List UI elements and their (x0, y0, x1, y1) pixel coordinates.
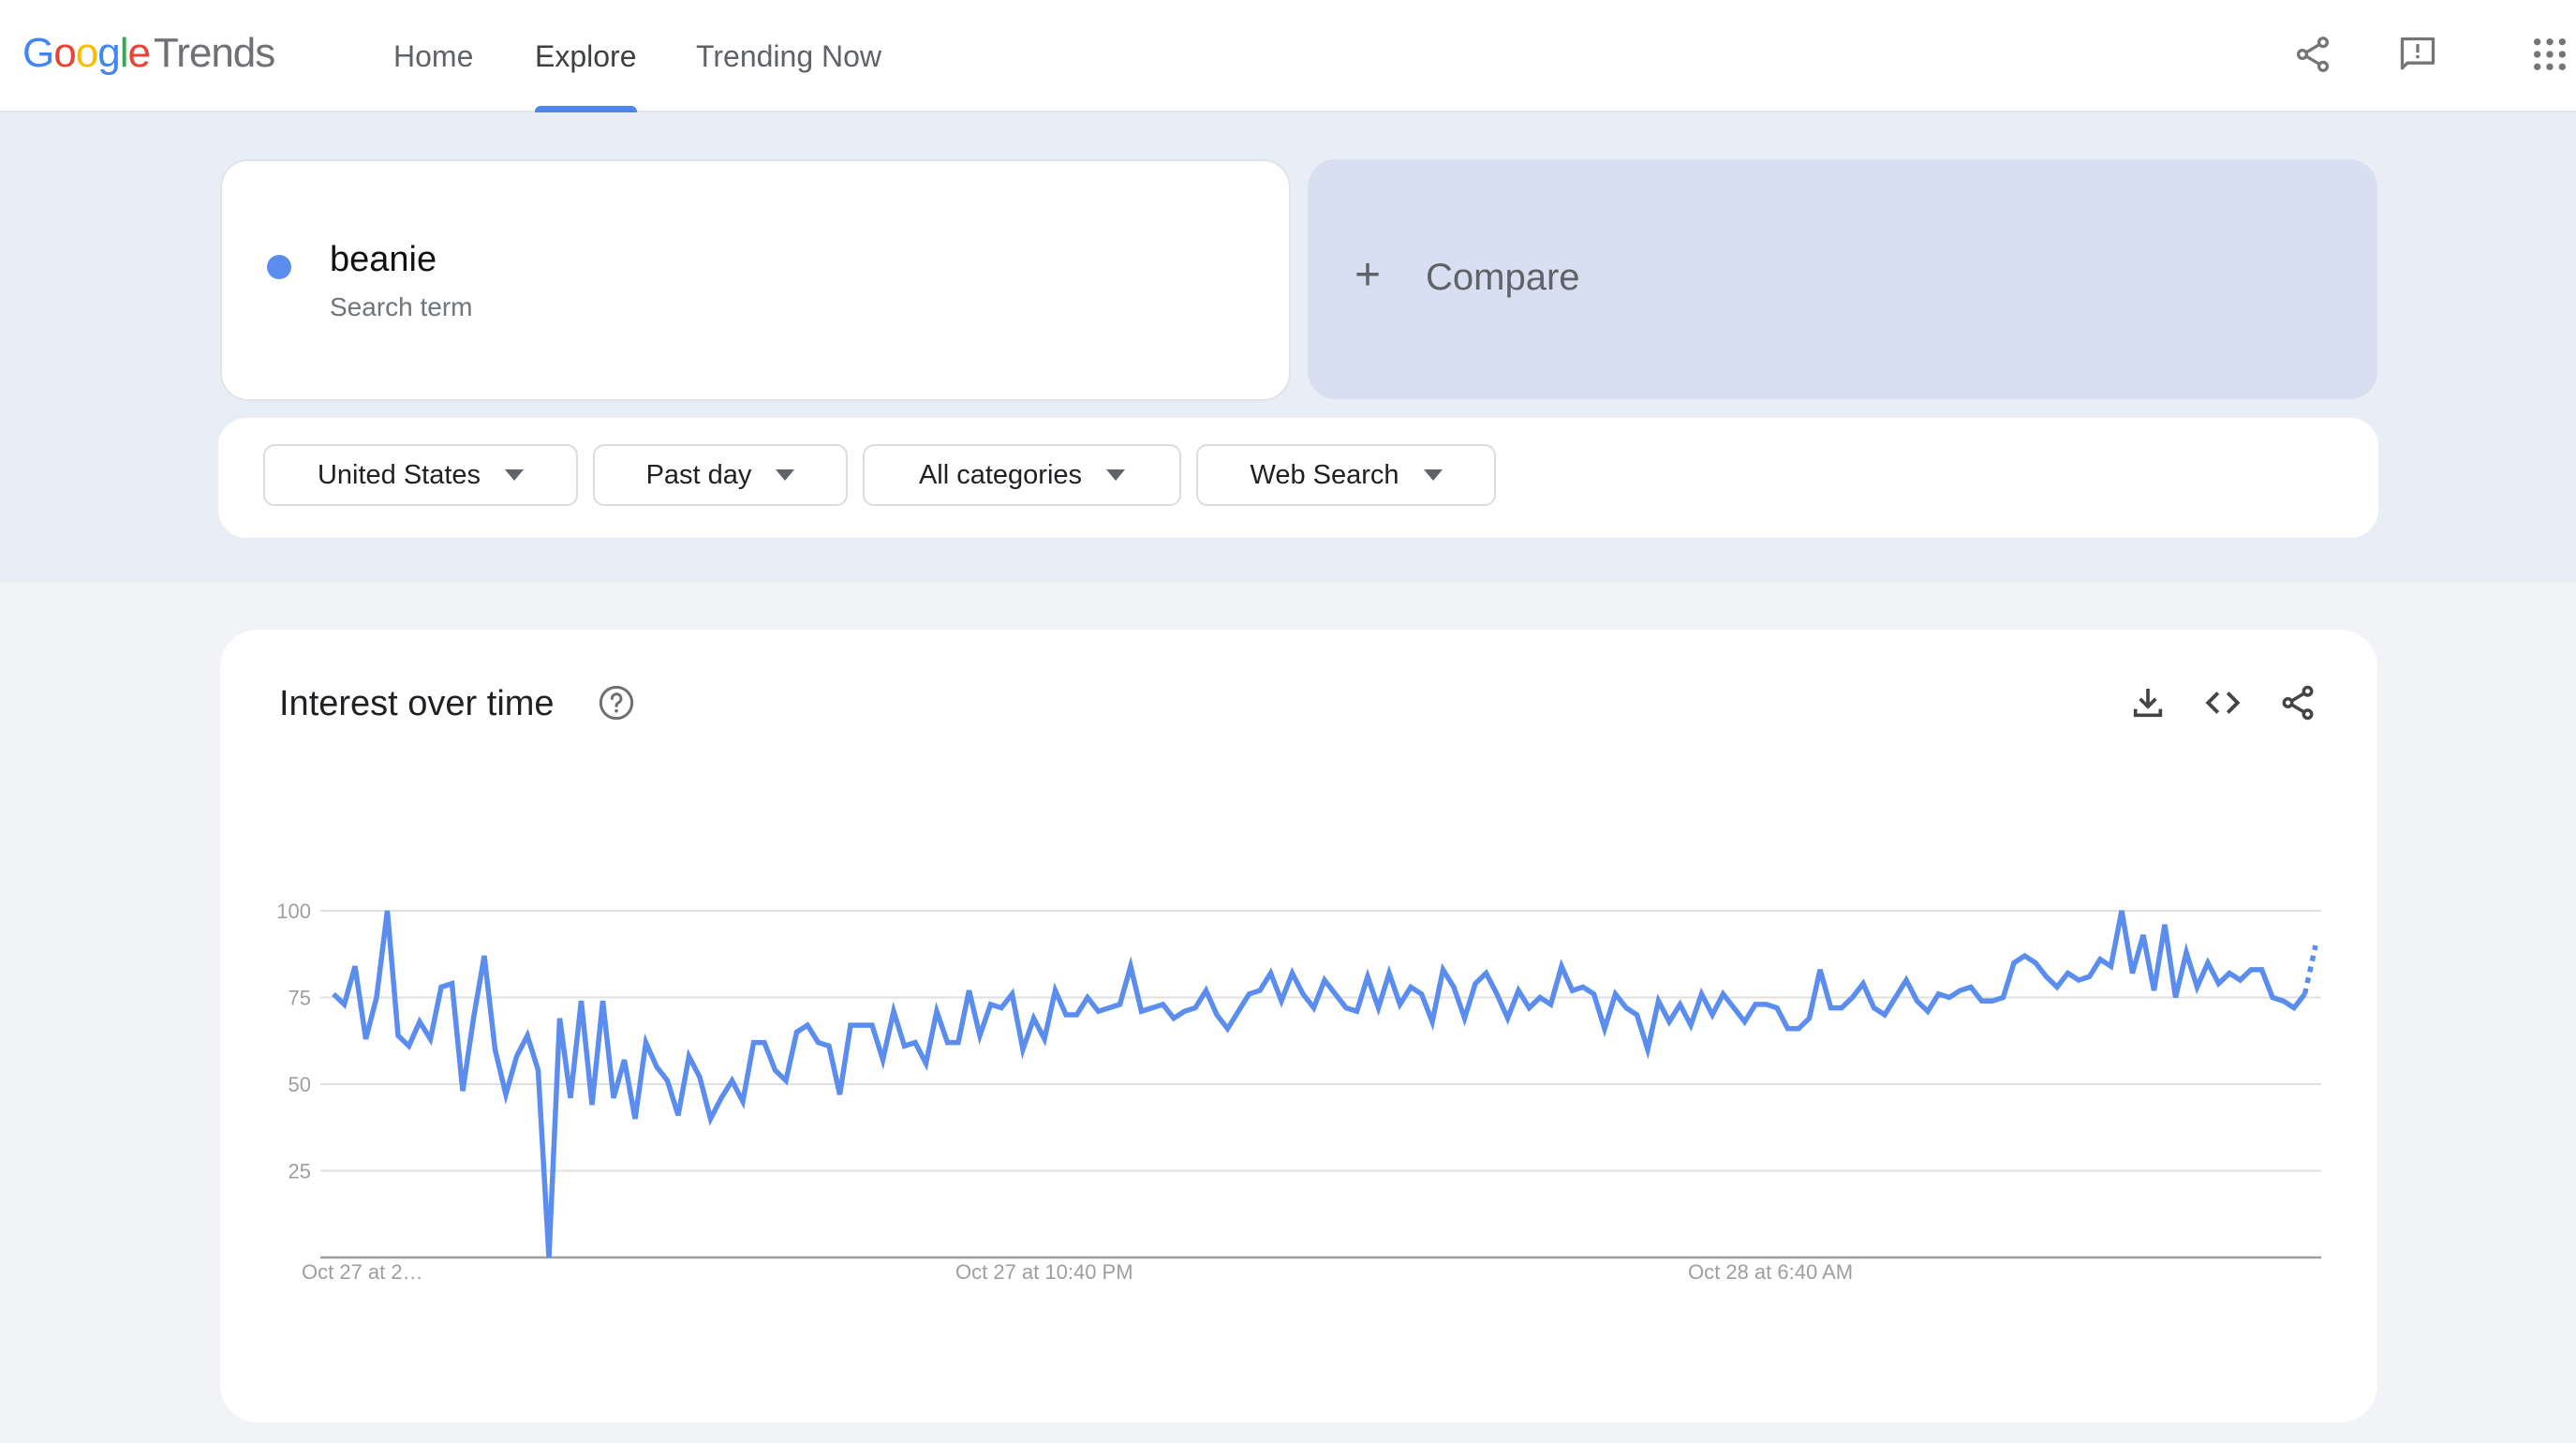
x-axis-tick-labels: Oct 27 at 2… Oct 27 at 10:40 PM Oct 28 at … (302, 1260, 1853, 1284)
search-type-dropdown[interactable]: Web Search (1196, 444, 1496, 506)
active-tab-indicator (535, 106, 637, 112)
y-axis-tick-labels: 25 50 75 100 (276, 900, 311, 1183)
nav-tab-home[interactable]: Home (393, 0, 473, 112)
x-tick-label: Oct 27 at 2… (302, 1260, 423, 1284)
y-tick-label: 100 (276, 900, 311, 923)
x-tick-label: Oct 27 at 10:40 PM (955, 1260, 1133, 1284)
google-trends-logo[interactable]: GoogleTrends (22, 30, 275, 77)
filter-bar: United States Past day All categories We… (218, 418, 2378, 538)
search-term[interactable]: beanie (330, 240, 437, 280)
search-term-type: Search term (330, 292, 473, 321)
dropdown-label: Past day (645, 459, 752, 490)
dropdown-label: Web Search (1250, 459, 1399, 490)
logo-letter: o (53, 30, 77, 76)
nav-tab-label: Explore (535, 38, 637, 73)
apps-button[interactable] (2524, 28, 2576, 81)
y-tick-label: 75 (289, 987, 311, 1010)
y-tick-label: 50 (289, 1073, 311, 1096)
interest-over-time-card: Interest over time 25 50 75 100 Oct 27 at 2… (220, 630, 2377, 1422)
feedback-icon (2400, 37, 2435, 70)
dropdown-arrow-icon (505, 469, 525, 481)
time-range-dropdown[interactable]: Past day (593, 444, 848, 506)
logo-letter: e (127, 30, 151, 76)
top-app-bar: GoogleTrends Home Explore Trending Now (0, 0, 2576, 112)
apps-grid-icon (2534, 38, 2566, 70)
x-tick-label: Oct 28 at 6:40 AM (1688, 1260, 1853, 1284)
term-color-dot (267, 255, 291, 279)
series-line-partial (2302, 945, 2318, 995)
nav-tab-explore[interactable]: Explore (535, 0, 637, 112)
logo-letter: G (22, 30, 54, 76)
chart-gridlines (320, 910, 2321, 1259)
search-term-card[interactable]: beanie Search term (220, 159, 1291, 401)
interest-line-chart[interactable]: 25 50 75 100 Oct 27 at 2… Oct 27 at 10:40 PM… (220, 630, 2377, 1422)
compare-button[interactable]: + Compare (1308, 159, 2377, 399)
y-tick-label: 25 (289, 1160, 311, 1183)
logo-letter: o (75, 30, 99, 76)
dropdown-arrow-icon (1423, 469, 1443, 481)
compare-label: Compare (1426, 257, 1580, 298)
dropdown-label: United States (317, 459, 481, 490)
location-dropdown[interactable]: United States (263, 444, 578, 506)
dropdown-arrow-icon (1106, 469, 1126, 481)
nav-tab-label: Home (393, 38, 474, 73)
feedback-button[interactable] (2391, 28, 2444, 81)
dropdown-arrow-icon (776, 469, 795, 481)
logo-product-name: Trends (153, 30, 275, 76)
dropdown-label: All categories (918, 459, 1083, 490)
nav-tab-trending-now[interactable]: Trending Now (696, 0, 881, 112)
category-dropdown[interactable]: All categories (863, 444, 1181, 506)
plus-icon: + (1355, 250, 1382, 300)
logo-letter: g (97, 30, 121, 76)
nav-tab-label: Trending Now (696, 38, 882, 73)
share-button[interactable] (2287, 28, 2339, 81)
share-icon (2296, 37, 2330, 72)
